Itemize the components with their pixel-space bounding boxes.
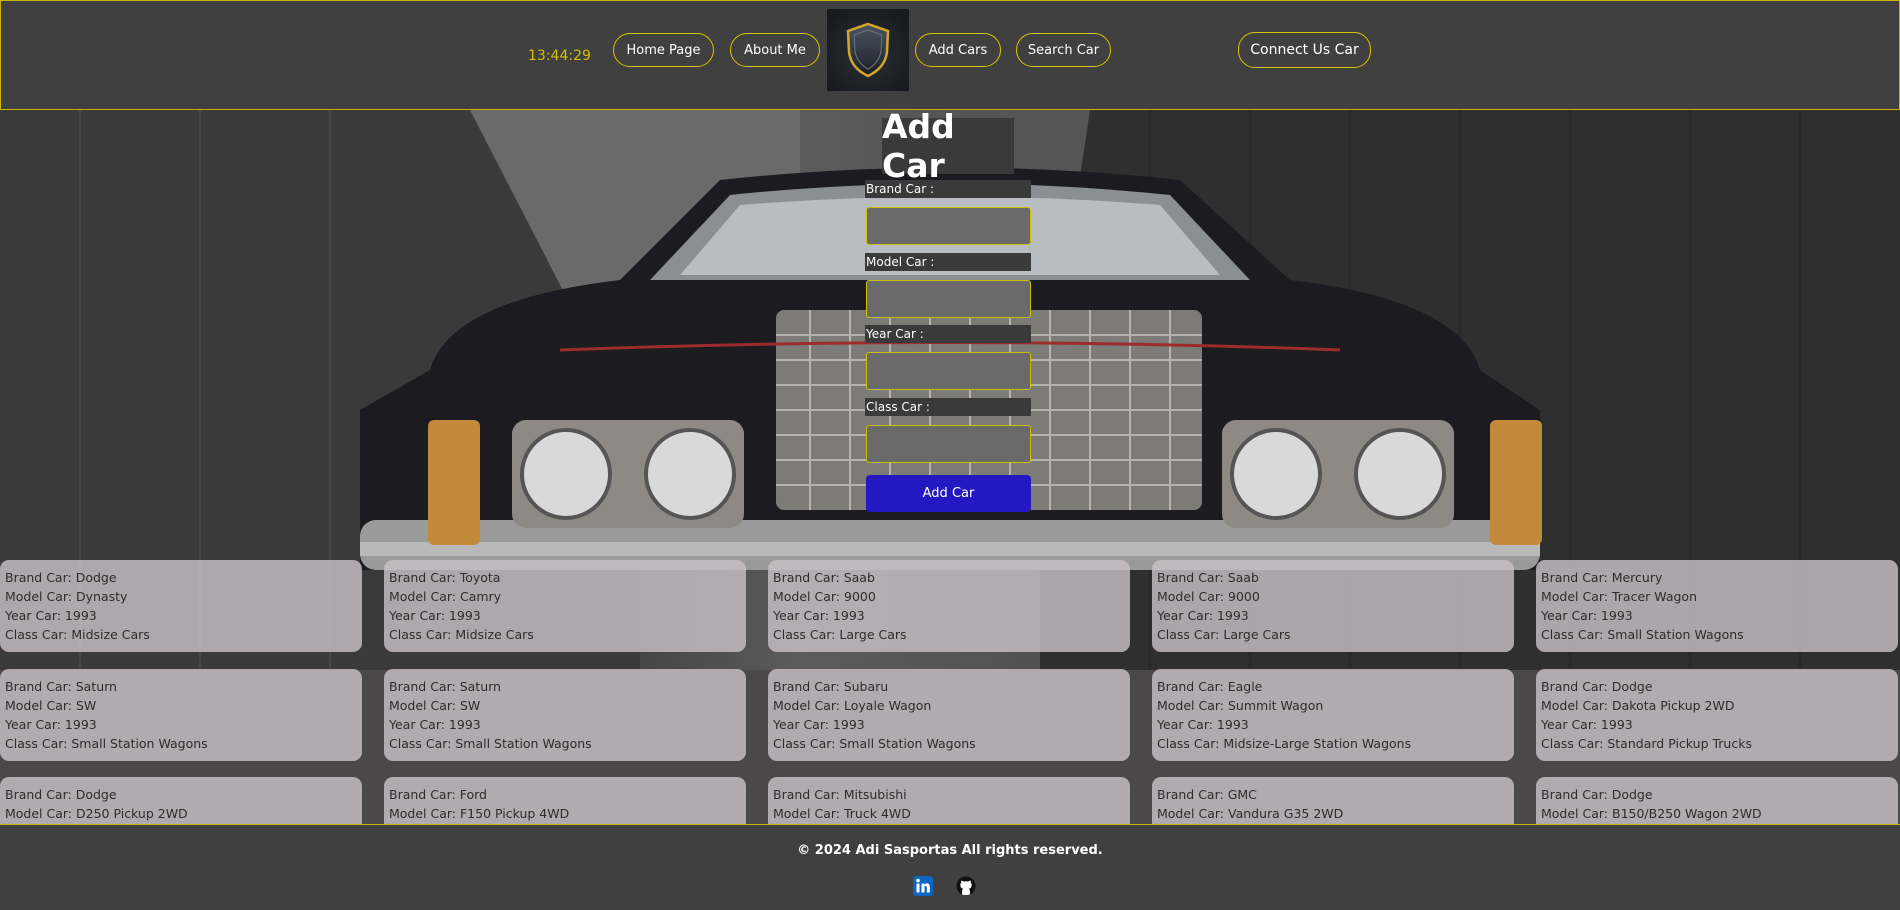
hero-section: Add Car Brand Car : Model Car : Year Car… <box>0 110 1900 824</box>
car-class: Class Car: Small Station Wagons <box>389 736 592 751</box>
car-brand: Brand Car: Dodge <box>5 787 117 802</box>
class-car-input[interactable] <box>866 425 1031 463</box>
car-card: Brand Car: Saturn Model Car: SW Year Car… <box>384 669 746 761</box>
car-card: Brand Car: Dodge Model Car: Dakota Picku… <box>1536 669 1898 761</box>
car-brand: Brand Car: Mercury <box>1541 570 1663 585</box>
nav-home-page-button[interactable]: Home Page <box>613 33 714 67</box>
car-model: Model Car: SW <box>389 698 481 713</box>
car-card: Brand Car: Saturn Model Car: SW Year Car… <box>0 669 362 761</box>
car-brand: Brand Car: Toyota <box>389 570 501 585</box>
car-model: Model Car: F150 Pickup 4WD <box>389 806 570 821</box>
car-class: Class Car: Midsize-Large Station Wagons <box>1157 736 1412 751</box>
car-class: Class Car: Small Station Wagons <box>773 736 976 751</box>
car-year: Year Car: 1993 <box>389 717 481 732</box>
car-model: Model Car: Vandura G35 2WD <box>1157 806 1344 821</box>
add-car-submit-button[interactable]: Add Car <box>866 475 1031 512</box>
nav-search-car-button[interactable]: Search Car <box>1016 33 1111 67</box>
car-card: Brand Car: GMC Model Car: Vandura G35 2W… <box>1152 777 1514 824</box>
car-brand: Brand Car: Dodge <box>1541 787 1653 802</box>
car-card: Brand Car: Saab Model Car: 9000 Year Car… <box>1152 560 1514 652</box>
car-brand: Brand Car: Eagle <box>1157 679 1263 694</box>
car-card: Brand Car: Mitsubishi Model Car: Truck 4… <box>768 777 1130 824</box>
car-model: Model Car: 9000 <box>1157 589 1260 604</box>
car-year: Year Car: 1993 <box>1157 608 1249 623</box>
year-car-input[interactable] <box>866 352 1031 390</box>
top-navbar: 13:44:29 Home Page About Me Add Cars Sea… <box>0 0 1900 110</box>
car-year: Year Car: 1993 <box>5 608 97 623</box>
car-model: Model Car: Dynasty <box>5 589 128 604</box>
car-year: Year Car: 1993 <box>1541 608 1633 623</box>
car-model: Model Car: Tracer Wagon <box>1541 589 1697 604</box>
car-model: Model Car: SW <box>5 698 97 713</box>
car-card: Brand Car: Ford Model Car: F150 Pickup 4… <box>384 777 746 824</box>
car-model: Model Car: Loyale Wagon <box>773 698 932 713</box>
car-card: Brand Car: Subaru Model Car: Loyale Wago… <box>768 669 1130 761</box>
clock: 13:44:29 <box>528 48 591 64</box>
car-brand: Brand Car: Saab <box>773 570 875 585</box>
connect-us-car-button[interactable]: Connect Us Car <box>1238 32 1371 68</box>
shield-logo-icon[interactable] <box>827 9 909 91</box>
linkedin-icon[interactable] <box>912 875 934 897</box>
car-class: Class Car: Small Station Wagons <box>5 736 208 751</box>
nav-add-cars-button[interactable]: Add Cars <box>915 33 1001 67</box>
car-card: Brand Car: Saab Model Car: 9000 Year Car… <box>768 560 1130 652</box>
car-card: Brand Car: Mercury Model Car: Tracer Wag… <box>1536 560 1898 652</box>
car-year: Year Car: 1993 <box>1157 717 1249 732</box>
car-card: Brand Car: Dodge Model Car: D250 Pickup … <box>0 777 362 824</box>
model-car-input[interactable] <box>866 280 1031 318</box>
car-class: Class Car: Midsize Cars <box>389 627 534 642</box>
model-car-label: Model Car : <box>865 253 1031 271</box>
car-model: Model Car: 9000 <box>773 589 876 604</box>
year-car-label: Year Car : <box>865 325 1031 343</box>
car-card: Brand Car: Dodge Model Car: Dynasty Year… <box>0 560 362 652</box>
car-year: Year Car: 1993 <box>773 608 865 623</box>
car-brand: Brand Car: Saab <box>1157 570 1259 585</box>
brand-car-label: Brand Car : <box>865 180 1031 198</box>
brand-car-input[interactable] <box>866 207 1031 245</box>
car-brand: Brand Car: Subaru <box>773 679 889 694</box>
car-brand: Brand Car: Dodge <box>5 570 117 585</box>
car-card: Brand Car: Toyota Model Car: Camry Year … <box>384 560 746 652</box>
car-brand: Brand Car: GMC <box>1157 787 1257 802</box>
nav-about-me-button[interactable]: About Me <box>730 33 820 67</box>
car-brand: Brand Car: Saturn <box>5 679 117 694</box>
github-icon[interactable] <box>955 875 977 897</box>
copyright-text: © 2024 Adi Sasportas All rights reserved… <box>797 843 1103 858</box>
class-car-label: Class Car : <box>865 398 1031 416</box>
car-card: Brand Car: Eagle Model Car: Summit Wagon… <box>1152 669 1514 761</box>
car-brand: Brand Car: Ford <box>389 787 487 802</box>
car-model: Model Car: Truck 4WD <box>773 806 911 821</box>
car-year: Year Car: 1993 <box>773 717 865 732</box>
car-brand: Brand Car: Mitsubishi <box>773 787 907 802</box>
car-class: Class Car: Standard Pickup Trucks <box>1541 736 1752 751</box>
car-card: Brand Car: Dodge Model Car: B150/B250 Wa… <box>1536 777 1898 824</box>
car-class: Class Car: Large Cars <box>1157 627 1291 642</box>
car-model: Model Car: B150/B250 Wagon 2WD <box>1541 806 1762 821</box>
car-year: Year Car: 1993 <box>1541 717 1633 732</box>
footer: © 2024 Adi Sasportas All rights reserved… <box>0 824 1900 910</box>
car-class: Class Car: Small Station Wagons <box>1541 627 1744 642</box>
car-model: Model Car: Dakota Pickup 2WD <box>1541 698 1735 713</box>
car-brand: Brand Car: Saturn <box>389 679 501 694</box>
car-class: Class Car: Large Cars <box>773 627 907 642</box>
car-model: Model Car: D250 Pickup 2WD <box>5 806 188 821</box>
car-model: Model Car: Camry <box>389 589 502 604</box>
car-year: Year Car: 1993 <box>5 717 97 732</box>
car-year: Year Car: 1993 <box>389 608 481 623</box>
car-model: Model Car: Summit Wagon <box>1157 698 1324 713</box>
car-brand: Brand Car: Dodge <box>1541 679 1653 694</box>
car-class: Class Car: Midsize Cars <box>5 627 150 642</box>
add-car-title: Add Car <box>882 110 1014 185</box>
